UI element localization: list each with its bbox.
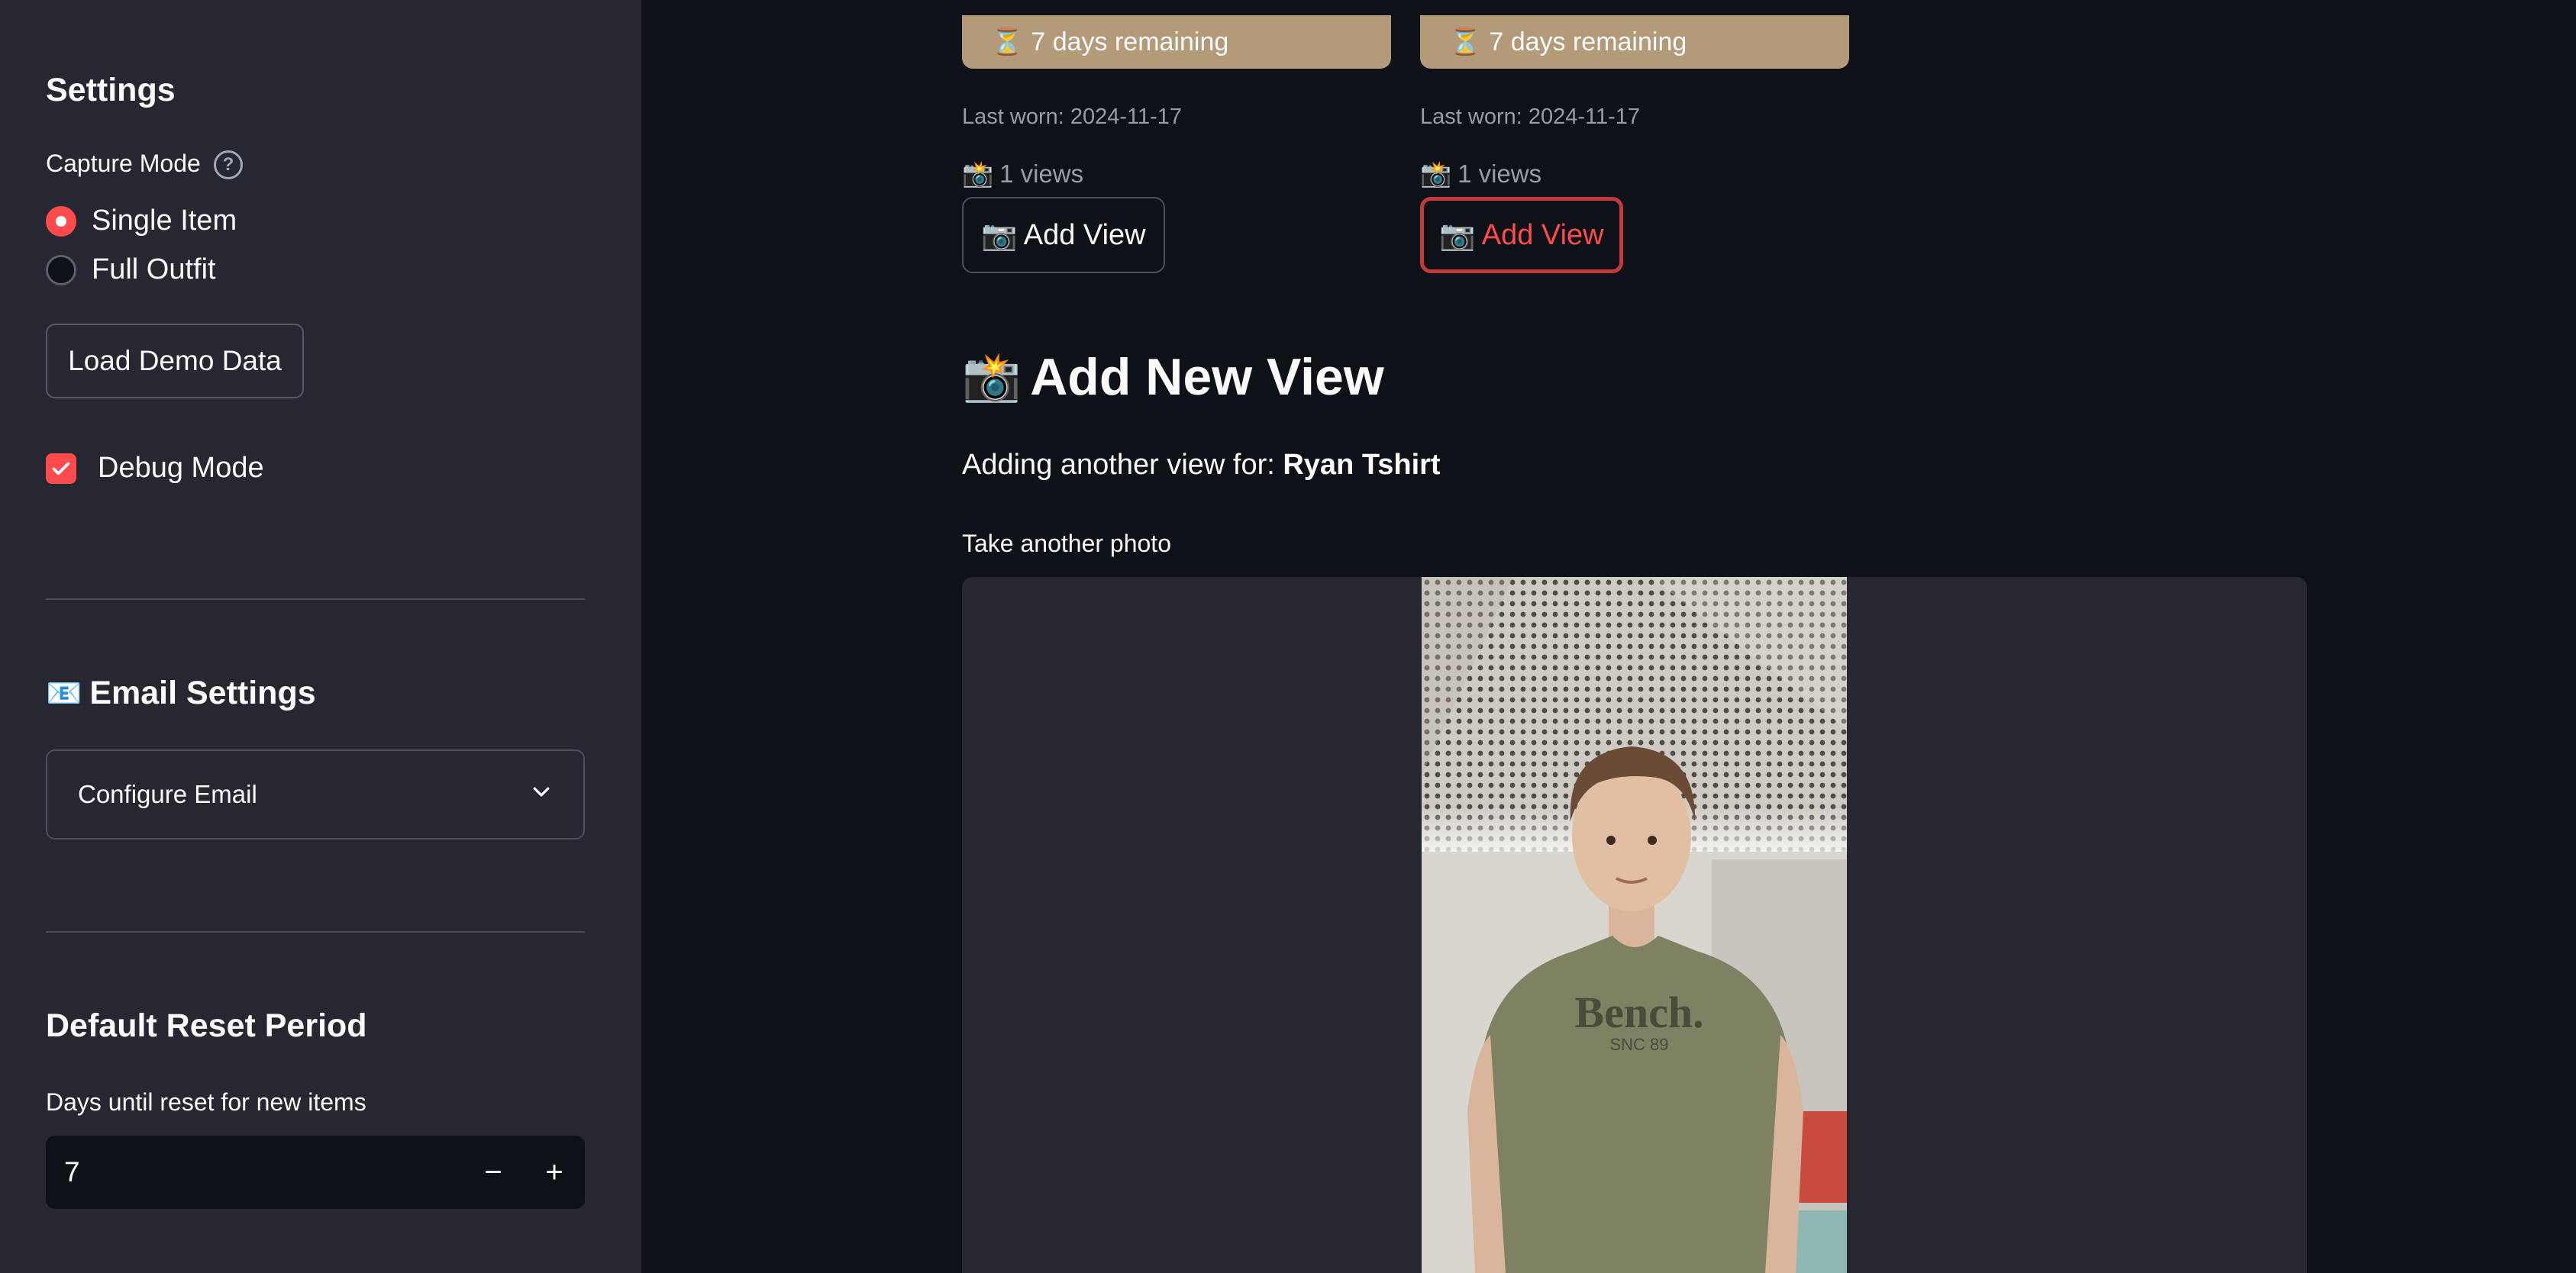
views-text: 1 views [999,160,1084,188]
camera-flash-icon: 📸 [962,159,994,189]
configure-email-label: Configure Email [78,780,257,808]
increment-button[interactable]: + [524,1136,585,1209]
hourglass-icon: ⏳ [991,27,1024,57]
add-view-label: Add View [1023,218,1146,251]
app: Settings Capture Mode ? Single Item Full… [0,0,2576,1273]
add-view-button[interactable]: 📷 Add View [962,197,1165,273]
camera-flash-icon: 📸 [1420,159,1452,189]
add-new-view-title: Add New View [1030,348,1384,406]
email-icon: 📧 [46,676,82,710]
status-box: ⏳ 7 days remaining [1420,15,1849,69]
radio-single-item[interactable]: Single Item [46,205,237,237]
days-value[interactable]: 7 [46,1156,463,1188]
decrement-button[interactable]: − [463,1136,524,1209]
adding-view-for-text: Adding another view for: Ryan Tshirt [962,449,1441,482]
days-until-reset-label: Days until reset for new items [46,1088,366,1116]
camera-icon: 📷 [981,218,1018,252]
camera-preview-image[interactable]: Bench. SNC 89 [1422,577,1847,1273]
radio-unselected-icon[interactable] [46,254,76,285]
radio-full-outfit[interactable]: Full Outfit [46,253,216,286]
settings-title: Settings [46,72,176,108]
help-icon[interactable]: ? [214,150,243,179]
views-text: 1 views [1457,160,1542,188]
default-reset-title: Default Reset Period [46,1007,367,1044]
chevron-down-icon [530,780,553,809]
camera-input[interactable]: Bench. SNC 89 [962,577,2307,1273]
camera-input-label: Take another photo [962,530,1171,557]
status-text: 7 days remaining [1031,27,1229,56]
debug-mode-checkbox[interactable]: Debug Mode [46,452,264,485]
status-text: 7 days remaining [1489,27,1687,56]
sidebar: Settings Capture Mode ? Single Item Full… [0,0,641,1273]
checkbox-checked-icon[interactable] [46,453,76,484]
shirt-print-subtext: SNC 89 [1609,1035,1668,1054]
configure-email-expander[interactable]: Configure Email [46,749,585,840]
camera-icon: 📷 [1439,218,1476,252]
load-demo-data-button[interactable]: Load Demo Data [46,324,304,398]
adding-prefix: Adding another view for: [962,449,1283,481]
shirt-print-text: Bench. [1574,988,1703,1037]
main-content: ⏳ 7 days remaining Last worn: 2024-11-17… [641,0,2576,1273]
days-number-input[interactable]: 7 − + [46,1136,585,1209]
debug-mode-label: Debug Mode [98,452,264,484]
views-count: 📸 1 views [1420,159,1541,189]
radio-selected-icon[interactable] [46,205,76,237]
radio-label: Single Item [92,205,237,237]
add-new-view-heading: 📸 Add New View [962,347,1384,407]
camera-flash-icon: 📸 [962,349,1022,404]
email-settings-title: 📧 Email Settings [46,675,316,712]
item-name: Ryan Tshirt [1283,449,1441,481]
divider [46,598,585,600]
add-view-label: Add View [1481,218,1604,251]
email-settings-text: Email Settings [89,675,316,711]
status-box: ⏳ 7 days remaining [962,15,1391,69]
radio-label: Full Outfit [92,253,216,285]
divider [46,931,585,933]
last-worn-text: Last worn: 2024-11-17 [962,105,1183,129]
hourglass-icon: ⏳ [1449,27,1482,57]
views-count: 📸 1 views [962,159,1083,189]
capture-mode-label: Capture Mode [46,150,201,177]
add-view-button-active[interactable]: 📷 Add View [1420,197,1623,273]
last-worn-text: Last worn: 2024-11-17 [1420,105,1641,129]
